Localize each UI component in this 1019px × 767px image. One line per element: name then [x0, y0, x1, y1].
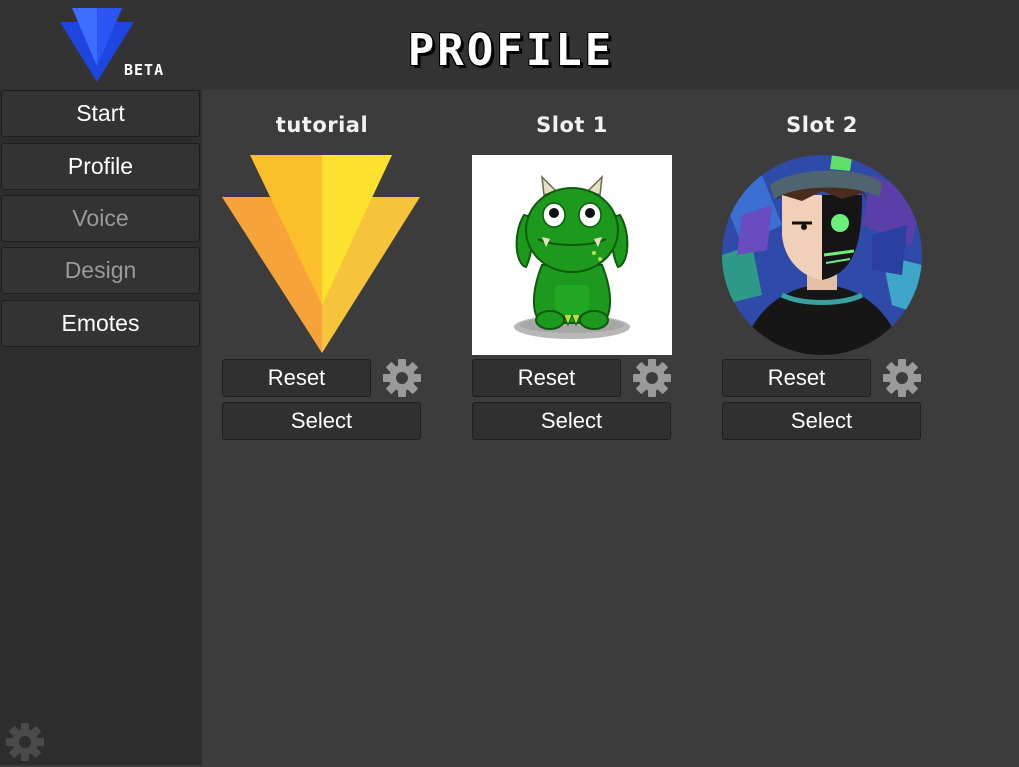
select-button[interactable]: Select [222, 402, 421, 440]
page-title: PROFILE [407, 25, 615, 76]
app-logo: BETA [60, 8, 184, 84]
beta-badge: BETA [124, 61, 165, 79]
gear-icon[interactable] [382, 358, 422, 398]
settings-gear-icon[interactable] [5, 722, 45, 762]
slot-title: Slot 2 [786, 113, 858, 137]
sidebar-item-design[interactable]: Design [1, 247, 200, 294]
select-button[interactable]: Select [722, 402, 921, 440]
slot-title: tutorial [275, 113, 369, 137]
gear-icon[interactable] [882, 358, 922, 398]
tutorial-avatar-image [222, 155, 422, 355]
sidebar: Start Profile Voice Design Emotes [0, 90, 202, 765]
sidebar-item-profile[interactable]: Profile [1, 143, 200, 190]
sidebar-item-emotes[interactable]: Emotes [1, 300, 200, 347]
sidebar-item-start[interactable]: Start [1, 90, 200, 137]
monster-avatar-image [472, 155, 672, 355]
select-button[interactable]: Select [472, 402, 671, 440]
sidebar-item-voice[interactable]: Voice [1, 195, 200, 242]
reset-button[interactable]: Reset [222, 359, 371, 397]
slot-title: Slot 1 [536, 113, 608, 137]
reset-button[interactable]: Reset [722, 359, 871, 397]
reset-button[interactable]: Reset [472, 359, 621, 397]
character-avatar-image [722, 155, 922, 355]
top-bar: BETA PROFILE [0, 0, 1019, 90]
gear-icon[interactable] [632, 358, 672, 398]
